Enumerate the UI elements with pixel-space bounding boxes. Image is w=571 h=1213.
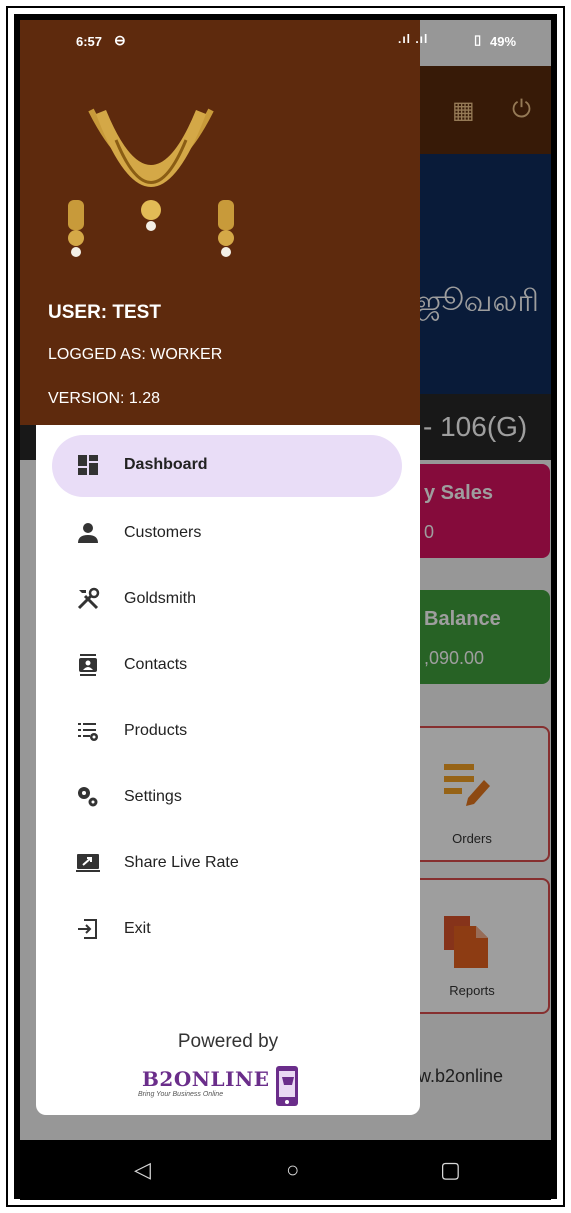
- brand-name: B2ONLINE: [142, 1067, 270, 1091]
- b2online-logo: B2ONLINE Bring Your Business Online: [136, 1063, 326, 1111]
- recents-icon[interactable]: ▢: [440, 1158, 461, 1182]
- signal-icon: .ıl .ıl: [398, 32, 429, 46]
- menu-item-dashboard[interactable]: Dashboard: [52, 435, 402, 497]
- phone-cart-icon: [276, 1066, 298, 1106]
- necklace-image: [68, 108, 234, 257]
- menu-item-contacts[interactable]: Contacts: [52, 635, 402, 697]
- menu-label-contacts: Contacts: [124, 656, 188, 673]
- system-nav-bar: ◁ ○ ▢: [20, 1142, 551, 1200]
- gears-icon: [78, 787, 98, 807]
- menu-label-goldsmith: Goldsmith: [124, 590, 197, 607]
- menu-item-customers[interactable]: Customers: [52, 503, 402, 565]
- contacts-icon: [79, 654, 97, 676]
- version-label: VERSION: 1.28: [48, 390, 161, 407]
- logged-as-label: LOGGED AS: WORKER: [48, 346, 223, 363]
- tools-icon: [77, 587, 100, 610]
- battery-percent: 49%: [490, 34, 517, 49]
- dashboard-icon: [78, 455, 98, 475]
- menu-label-settings: Settings: [124, 788, 182, 805]
- menu-item-products[interactable]: Products: [52, 701, 402, 763]
- do-not-disturb-icon: ⊖: [114, 32, 126, 48]
- menu-item-share-live-rate[interactable]: Share Live Rate: [52, 833, 402, 895]
- menu-item-goldsmith[interactable]: Goldsmith: [52, 569, 402, 631]
- share-screen-icon: [76, 854, 100, 872]
- battery-icon: ▯: [474, 32, 482, 47]
- menu-label-customers: Customers: [124, 524, 202, 541]
- home-icon[interactable]: ○: [286, 1158, 299, 1182]
- navigation-drawer: Dashboard Customers Goldsmith Contacts P…: [36, 425, 420, 1115]
- drawer-header: USER: TEST LOGGED AS: WORKER VERSION: 1.…: [20, 20, 420, 425]
- status-time: 6:57: [76, 34, 103, 49]
- menu-label-share-live-rate: Share Live Rate: [124, 854, 239, 871]
- user-label: USER: TEST: [48, 302, 161, 323]
- back-icon[interactable]: ◁: [134, 1158, 151, 1182]
- menu-label-dashboard: Dashboard: [124, 456, 208, 473]
- status-bar: 6:57 ⊖ .ıl .ıl ▯ 49%: [20, 20, 551, 66]
- exit-icon: [78, 919, 97, 939]
- powered-by-text: Powered by: [177, 1031, 279, 1052]
- list-settings-icon: [78, 723, 98, 741]
- brand-tagline: Bring Your Business Online: [138, 1091, 224, 1098]
- menu-item-settings[interactable]: Settings: [52, 767, 402, 829]
- person-icon: [78, 523, 98, 543]
- menu-label-products: Products: [124, 722, 188, 739]
- menu-label-exit: Exit: [124, 920, 151, 937]
- menu-item-exit[interactable]: Exit: [52, 899, 402, 961]
